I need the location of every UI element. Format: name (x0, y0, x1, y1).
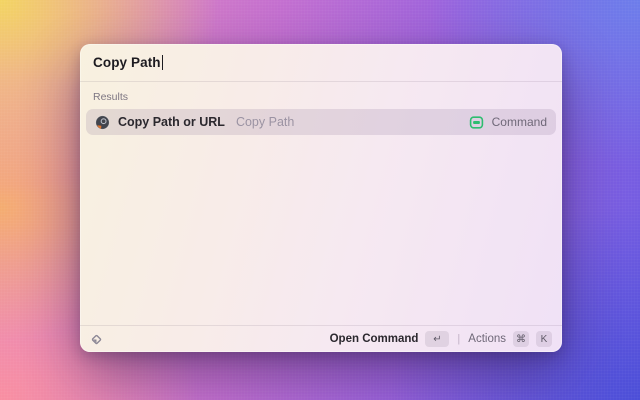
result-row-copy-path[interactable]: Copy Path or URL Copy Path Command (86, 109, 556, 135)
result-title: Copy Path or URL (118, 115, 225, 129)
actions-menu-label[interactable]: Actions (468, 333, 506, 345)
results-section-label: Results (93, 91, 129, 103)
result-type-badge: Command (491, 115, 547, 129)
command-window-icon (469, 115, 484, 130)
primary-action-label[interactable]: Open Command (330, 333, 419, 345)
results-empty-area (80, 135, 562, 325)
result-subtitle: Copy Path (235, 115, 295, 129)
cmd-keycap: ⌘ (513, 331, 529, 347)
search-input[interactable]: Copy Path (80, 44, 562, 81)
footer-separator: | (457, 333, 461, 345)
return-keycap: ↵ (425, 331, 450, 347)
k-keycap: K (536, 331, 552, 347)
search-input-value: Copy Path (93, 55, 161, 70)
text-cursor (161, 55, 164, 70)
raycast-logo-icon (90, 333, 103, 346)
footer-action-bar: Open Command ↵ | Actions ⌘ K (80, 326, 562, 352)
copy-path-app-icon (95, 115, 110, 130)
launcher-window: Copy Path Results Copy Path or URL Copy … (80, 44, 562, 352)
